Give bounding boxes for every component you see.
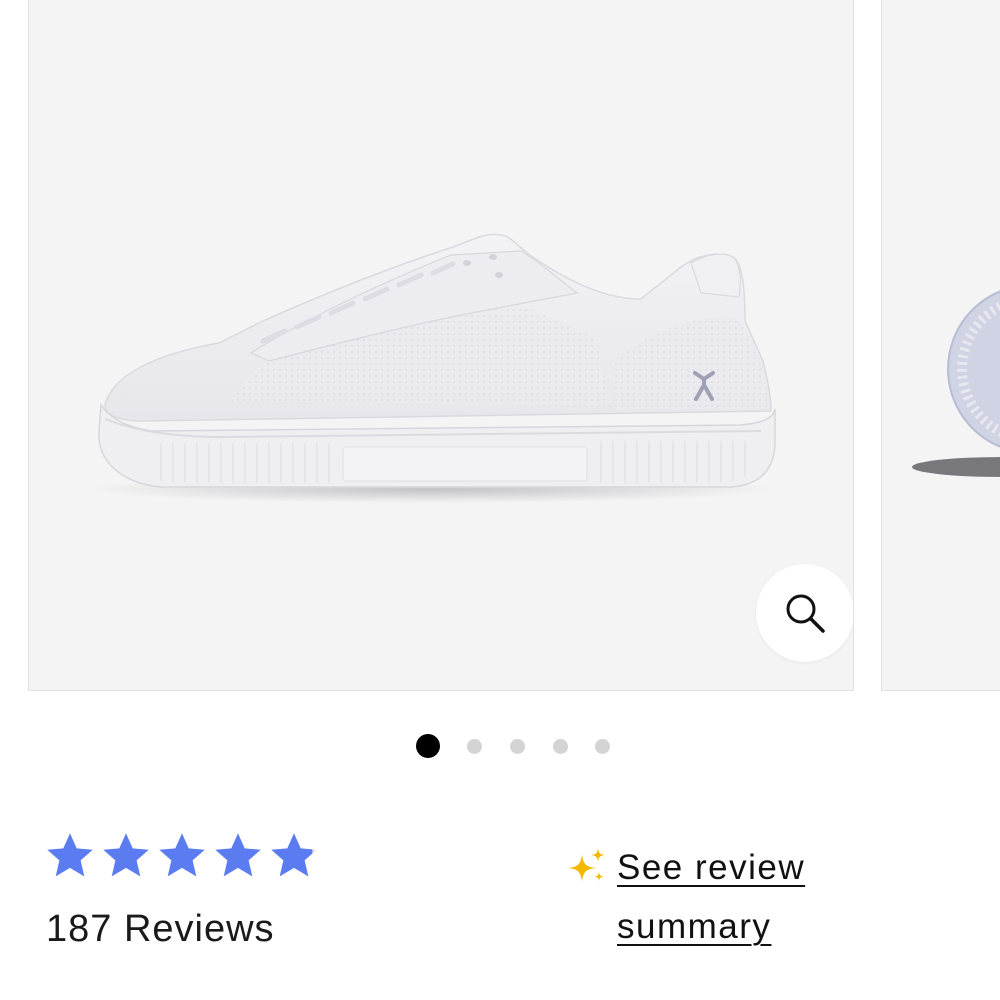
rating-block[interactable]: 187 Reviews bbox=[44, 830, 320, 950]
star-icon bbox=[215, 833, 261, 877]
shoe-image bbox=[86, 233, 776, 503]
star-rating bbox=[44, 830, 320, 890]
carousel-dot-1[interactable] bbox=[416, 734, 440, 758]
product-image-slide-next[interactable] bbox=[881, 0, 1000, 691]
carousel-dot-5[interactable] bbox=[595, 739, 610, 754]
review-summary-text[interactable]: See review summary bbox=[617, 838, 877, 956]
carousel-pagination bbox=[0, 733, 1000, 759]
product-image-gallery[interactable] bbox=[0, 0, 1000, 700]
star-icon-partial bbox=[271, 833, 317, 877]
shoe-sole-image bbox=[912, 290, 1000, 477]
zoom-button[interactable] bbox=[756, 564, 853, 662]
carousel-dot-2[interactable] bbox=[467, 739, 482, 754]
star-icon bbox=[47, 833, 93, 877]
carousel-dot-4[interactable] bbox=[553, 739, 568, 754]
magnifier-icon bbox=[786, 594, 825, 633]
sparkle-icon bbox=[568, 848, 605, 882]
product-image-slide[interactable] bbox=[28, 0, 854, 691]
carousel-dot-3[interactable] bbox=[510, 739, 525, 754]
star-icon bbox=[159, 833, 205, 877]
star-icon bbox=[103, 833, 149, 877]
review-count[interactable]: 187 Reviews bbox=[46, 908, 275, 951]
